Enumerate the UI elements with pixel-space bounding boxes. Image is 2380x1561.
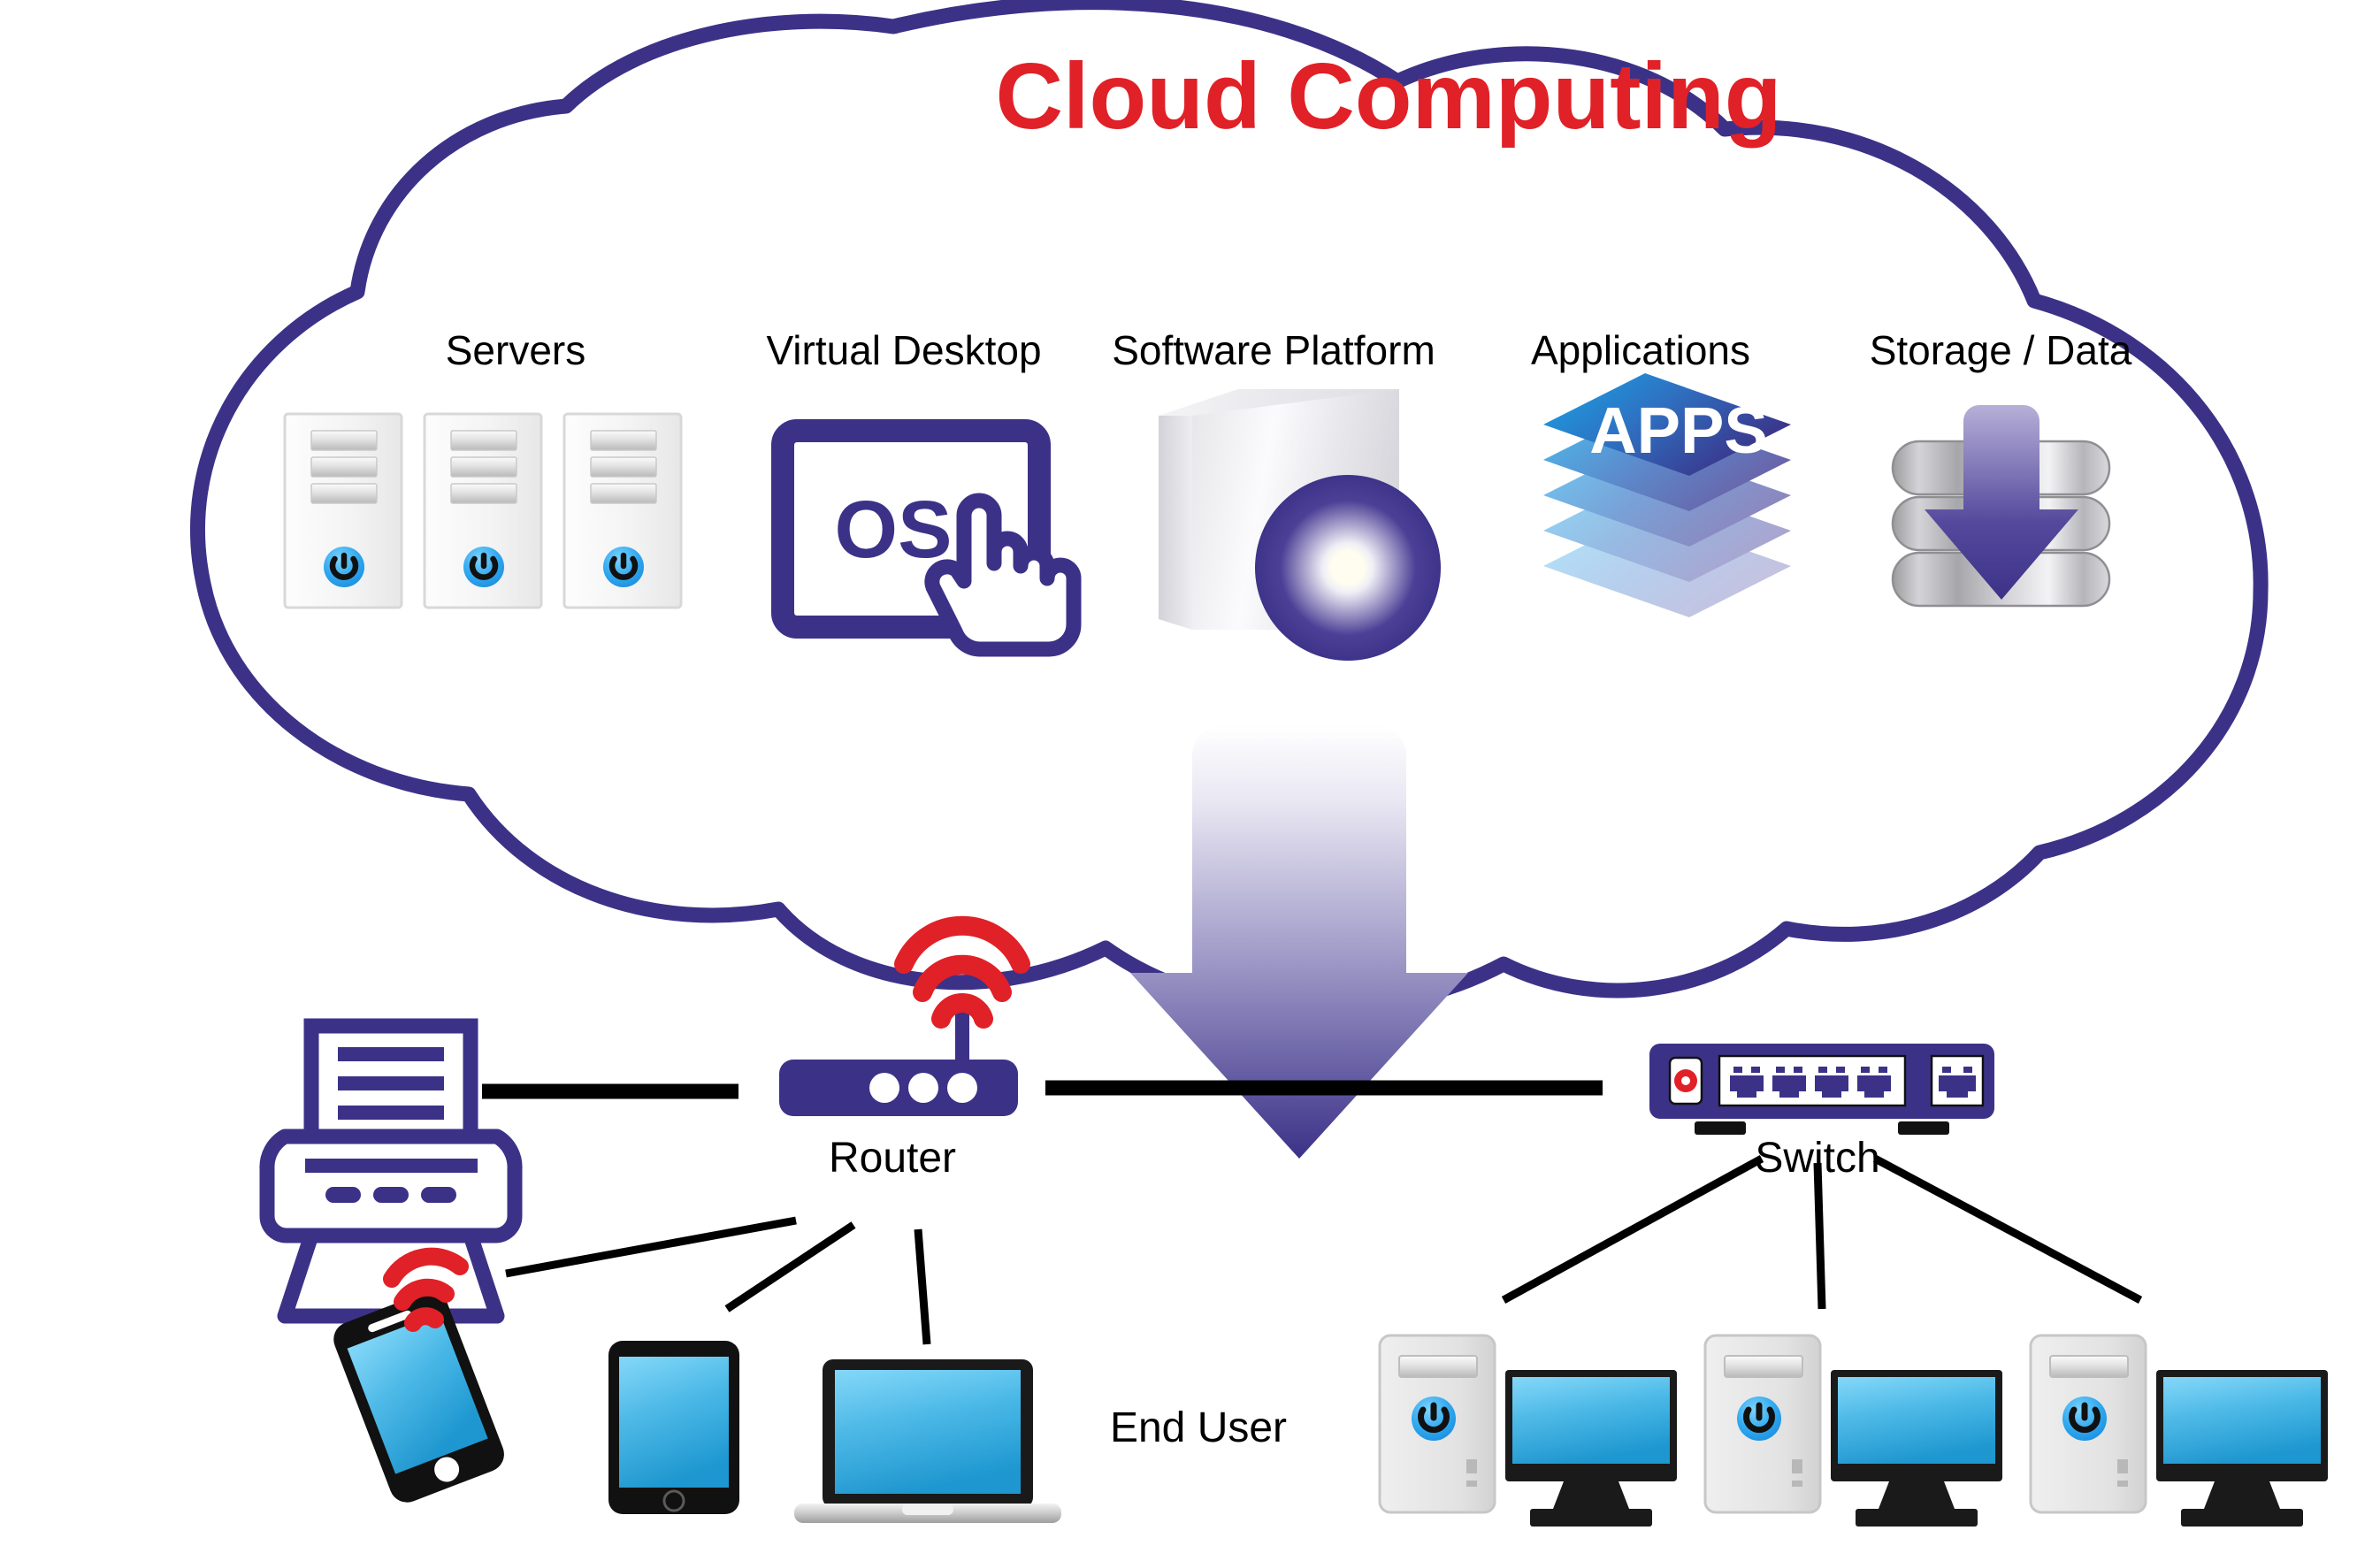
- software-box-disc-icon: [1159, 389, 1441, 661]
- wire-router-laptop: [914, 1228, 931, 1345]
- wire-router-tablet: [724, 1221, 856, 1312]
- disc-icon: [1255, 475, 1441, 661]
- switch-label: Switch: [1755, 1135, 1879, 1182]
- cloud-computing-diagram: Cloud Computing Servers Virtual Desktop …: [0, 0, 2380, 1561]
- diagram-canvas: Cloud Computing Servers Virtual Desktop …: [189, 0, 2328, 1527]
- wire-switch-pc1: [1501, 1155, 1764, 1304]
- wire-switch-pc3: [1872, 1155, 2143, 1304]
- service-label-virtual-desktop: Virtual Desktop: [766, 327, 1041, 373]
- server-tower-icon: [562, 412, 683, 609]
- desktop-computer-icon: [1703, 1334, 2002, 1527]
- service-label-applications: Applications: [1531, 327, 1750, 373]
- end-user-label: End User: [1110, 1404, 1287, 1451]
- os-screen-text: OS: [835, 485, 953, 575]
- apps-stack-text: APPS: [1589, 394, 1768, 467]
- service-label-software-platform: Software Platform: [1112, 327, 1435, 373]
- server-tower-icon: [423, 412, 543, 609]
- service-label-storage-data: Storage / Data: [1870, 327, 2132, 373]
- desktop-computer-icon: [1378, 1334, 1677, 1527]
- service-label-servers: Servers: [446, 327, 585, 373]
- network-switch-icon: [1649, 1044, 1994, 1135]
- server-tower-icon-group: [283, 412, 683, 609]
- router-label: Router: [829, 1135, 956, 1182]
- wire-switch-pc2: [1813, 1162, 1826, 1310]
- laptop-icon: [794, 1359, 1061, 1523]
- desktop-computer-icon: [2029, 1334, 2328, 1527]
- tablet-icon: [608, 1341, 739, 1514]
- page-title: Cloud Computing: [996, 44, 1782, 149]
- wire-router-phone: [505, 1216, 797, 1278]
- server-tower-icon: [283, 412, 403, 609]
